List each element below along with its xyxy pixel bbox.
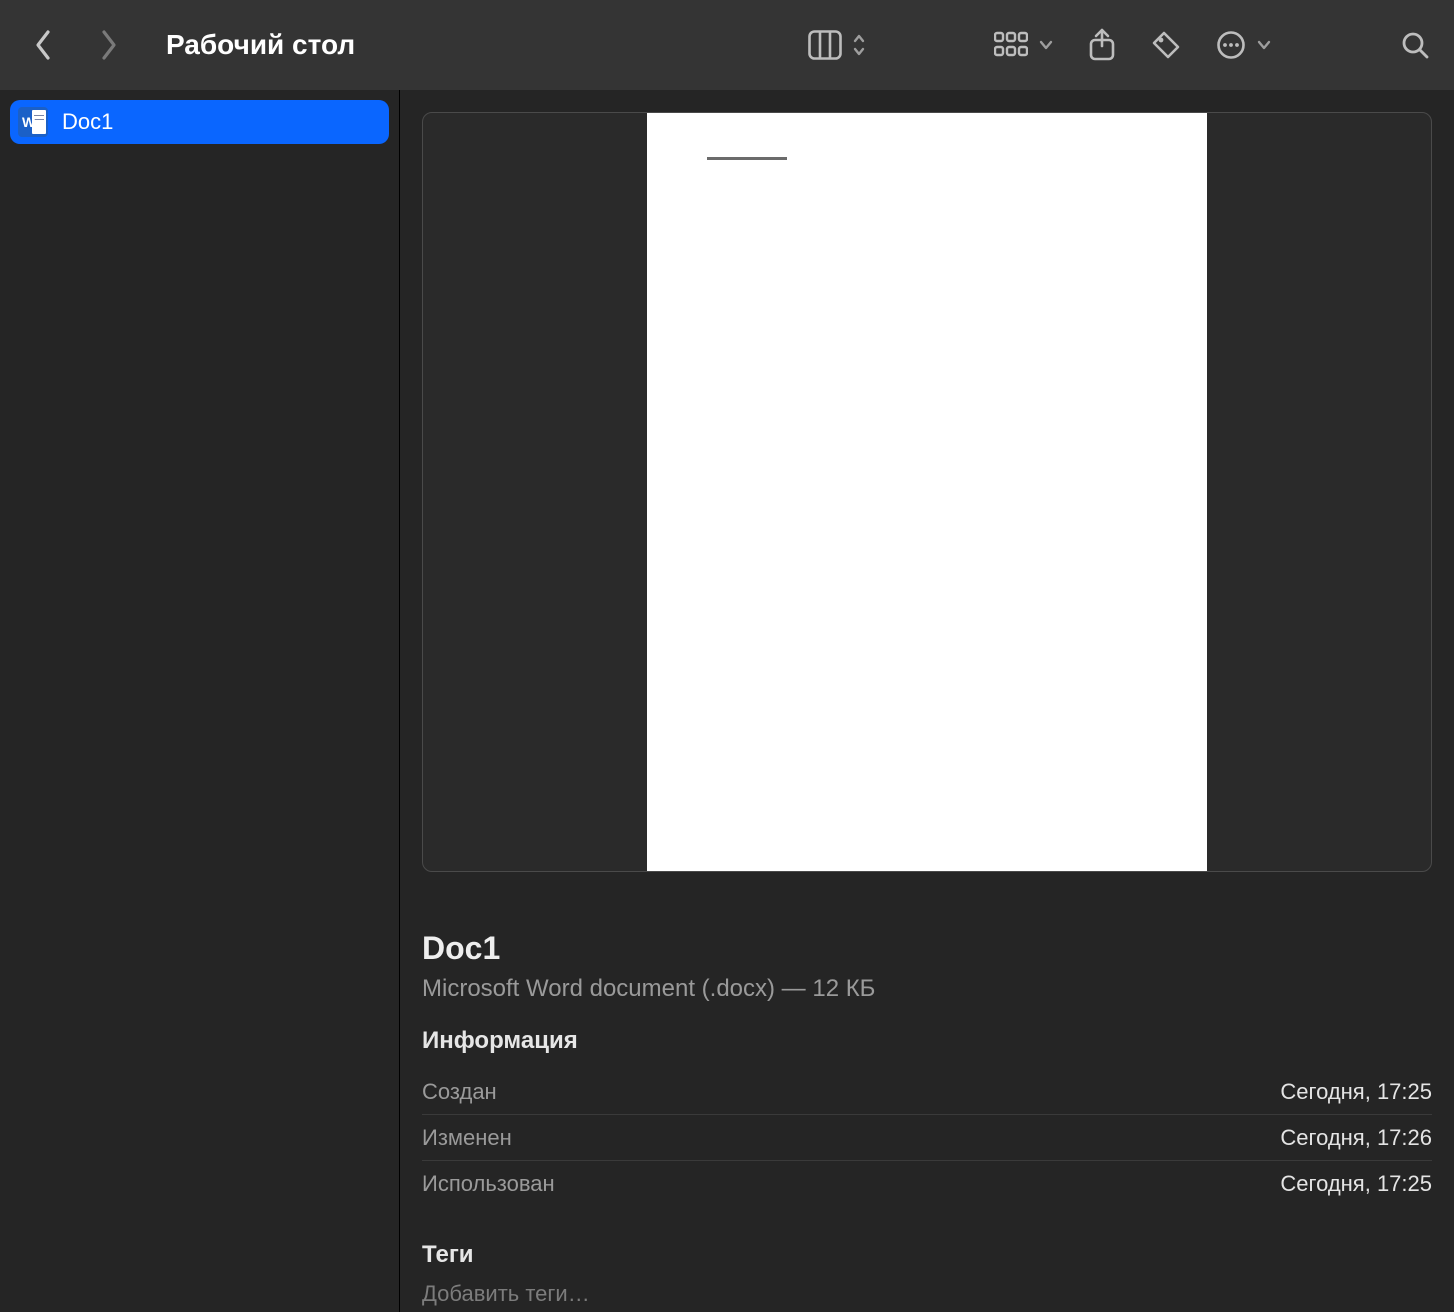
info-row-created: Создан Сегодня, 17:25	[422, 1069, 1432, 1115]
preview-subtitle: Microsoft Word document (.docx) — 12 КБ	[422, 975, 1432, 1003]
file-list-column[interactable]: Doc1	[0, 90, 400, 1312]
forward-button[interactable]	[90, 26, 128, 64]
preview-title: Doc1	[422, 930, 1432, 967]
ellipsis-circle-icon	[1216, 30, 1246, 60]
preview-pane: Doc1 Microsoft Word document (.docx) — 1…	[400, 90, 1454, 1312]
document-preview[interactable]	[422, 112, 1432, 872]
content-area: Doc1 Doc1 Microsoft Word document (.docx…	[0, 90, 1454, 1312]
info-label: Создан	[422, 1079, 497, 1105]
info-value: Сегодня, 17:25	[1280, 1079, 1432, 1105]
view-mode-button[interactable]	[808, 25, 866, 65]
search-button[interactable]	[1400, 25, 1430, 65]
group-by-button[interactable]	[994, 25, 1054, 65]
share-icon	[1088, 28, 1116, 62]
chevron-down-icon	[1038, 39, 1054, 51]
toolbar-left-group: Рабочий стол	[24, 26, 355, 64]
info-table: Создан Сегодня, 17:25 Изменен Сегодня, 1…	[422, 1069, 1432, 1207]
info-heading: Информация	[422, 1027, 1432, 1055]
chevron-down-icon	[1256, 39, 1272, 51]
back-button[interactable]	[24, 26, 62, 64]
file-row[interactable]: Doc1	[10, 100, 389, 144]
file-name-label: Doc1	[62, 109, 113, 135]
toolbar-center-group	[808, 25, 866, 65]
word-document-icon	[18, 107, 48, 137]
document-page	[647, 113, 1207, 871]
tag-icon	[1150, 29, 1182, 61]
tags-input[interactable]	[422, 1281, 1432, 1307]
info-label: Изменен	[422, 1125, 512, 1151]
chevron-right-icon	[99, 28, 119, 62]
info-row-modified: Изменен Сегодня, 17:26	[422, 1115, 1432, 1161]
search-icon	[1400, 30, 1430, 60]
toolbar-right-group	[994, 25, 1430, 65]
chevron-left-icon	[33, 28, 53, 62]
info-row-lastopened: Использован Сегодня, 17:25	[422, 1161, 1432, 1207]
columns-icon	[808, 30, 842, 60]
tags-button[interactable]	[1150, 25, 1182, 65]
info-value: Сегодня, 17:25	[1280, 1171, 1432, 1197]
grid-group-icon	[994, 31, 1028, 59]
tags-heading: Теги	[422, 1241, 1432, 1269]
info-value: Сегодня, 17:26	[1280, 1125, 1432, 1151]
window-toolbar: Рабочий стол	[0, 0, 1454, 90]
info-label: Использован	[422, 1171, 555, 1197]
location-title: Рабочий стол	[166, 29, 355, 61]
more-actions-button[interactable]	[1216, 25, 1272, 65]
share-button[interactable]	[1088, 25, 1116, 65]
preview-metadata: Doc1 Microsoft Word document (.docx) — 1…	[400, 872, 1454, 1307]
sort-chevron-icon	[852, 33, 866, 57]
